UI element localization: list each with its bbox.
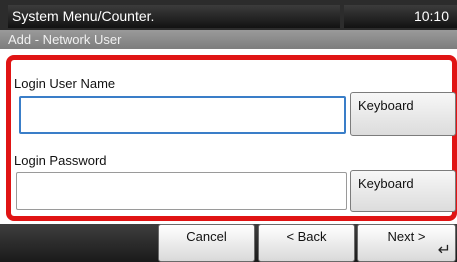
login-user-name-label: Login User Name bbox=[14, 76, 116, 91]
login-password-input[interactable] bbox=[16, 172, 347, 210]
keyboard-button-password[interactable]: Keyboard bbox=[350, 170, 456, 212]
login-password-label: Login Password bbox=[14, 153, 107, 168]
keyboard-button-username[interactable]: Keyboard bbox=[350, 92, 456, 136]
back-button[interactable]: < Back bbox=[258, 224, 355, 262]
cancel-button[interactable]: Cancel bbox=[158, 224, 255, 262]
status-menu-title: System Menu/Counter. bbox=[8, 5, 340, 28]
login-form-panel: Login User Name Keyboard Login Password … bbox=[6, 55, 457, 221]
status-clock: 10:10 bbox=[344, 5, 457, 28]
status-bar: System Menu/Counter. 10:10 bbox=[0, 0, 457, 30]
next-button-label: Next > bbox=[387, 229, 426, 244]
next-button[interactable]: Next > ↵ bbox=[357, 224, 456, 262]
screen-title: Add - Network User bbox=[0, 30, 457, 49]
enter-icon: ↵ bbox=[437, 242, 451, 259]
login-user-name-input[interactable] bbox=[19, 96, 346, 134]
